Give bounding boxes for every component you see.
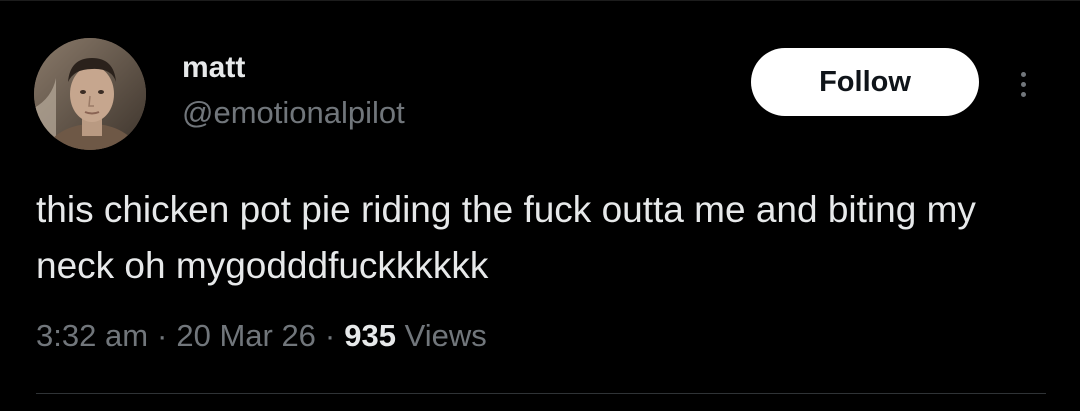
author-name[interactable]: matt: [182, 50, 245, 86]
views-label: Views: [404, 318, 487, 353]
user-avatar-icon: [34, 38, 146, 150]
more-vertical-icon: [1020, 71, 1026, 77]
tweet-date[interactable]: 20 Mar 26: [176, 318, 316, 353]
meta-separator: ·: [324, 318, 336, 353]
views-count: 935: [344, 318, 396, 353]
more-options-button[interactable]: [1006, 62, 1040, 106]
more-vertical-icon: [1020, 91, 1026, 97]
author-handle[interactable]: @emotionalpilot: [182, 94, 405, 132]
tweet-card: matt @emotionalpilot Follow this chicken…: [0, 0, 1080, 411]
tweet-meta: 3:32 am · 20 Mar 26 · 935 Views: [36, 316, 487, 356]
tweet-text: this chicken pot pie riding the fuck out…: [36, 189, 976, 286]
bottom-divider: [36, 393, 1046, 394]
tweet-time[interactable]: 3:32 am: [36, 318, 148, 353]
meta-separator: ·: [157, 318, 168, 353]
follow-button[interactable]: Follow: [751, 48, 979, 116]
author-avatar[interactable]: [34, 38, 146, 150]
more-vertical-icon: [1020, 81, 1026, 87]
